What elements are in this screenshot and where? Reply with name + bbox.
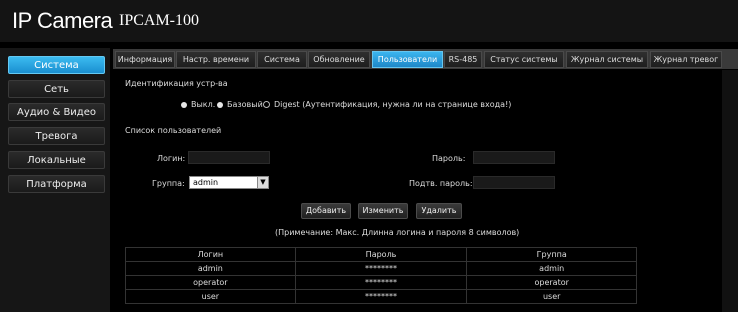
sidebar-item-audio-video[interactable]: Аудио & Видео [8, 103, 105, 121]
tab-update[interactable]: Обновление [308, 51, 370, 68]
user-password-cell: ******** [294, 275, 468, 290]
user-login-cell: admin [125, 261, 296, 276]
tab-rs485[interactable]: RS-485 [444, 51, 482, 68]
add-user-button[interactable]: Добавить [301, 203, 351, 219]
length-note: (Примечание: Макс. Длинна логина и парол… [275, 228, 520, 237]
user-group-cell: admin [466, 261, 638, 276]
delete-user-button[interactable]: Удалить [416, 203, 462, 219]
tab-system-log[interactable]: Журнал системы [566, 51, 648, 68]
group-label: Группа: [152, 179, 185, 188]
sidebar-item-alarm[interactable]: Тревога [8, 127, 105, 145]
table-row[interactable]: operator ******** operator [125, 275, 738, 290]
sidebar-item-system[interactable]: Система [8, 56, 105, 74]
group-select-value: admin [193, 178, 219, 187]
main-content: Идентификация устр-ва Выкл. Базовый Dige… [113, 70, 738, 312]
login-label: Логин: [157, 154, 186, 163]
sidebar-item-local[interactable]: Локальные [8, 151, 105, 169]
brand-title: IP Camera [12, 8, 113, 33]
auth-basic-label: Базовый [227, 100, 263, 109]
vertical-scrollbar[interactable] [722, 70, 738, 312]
auth-digest-label: Digest (Аутентификация, нужна ли на стра… [274, 100, 512, 109]
user-login-cell: operator [125, 275, 296, 290]
sidebar-item-platform[interactable]: Платформа [8, 175, 105, 193]
user-password-cell: ******** [294, 289, 468, 304]
tab-system[interactable]: Система [257, 51, 307, 68]
password-column-header: Пароль [294, 247, 468, 262]
top-bar: IP Camera IPCAM-100 [0, 0, 738, 42]
auth-digest-radio[interactable] [263, 101, 270, 108]
users-table: Логин Пароль Группа admin ******** admin… [125, 247, 738, 304]
users-section-title: Список пользователей [125, 126, 222, 135]
user-group-cell: user [466, 289, 638, 304]
tab-time-settings[interactable]: Настр. времени [176, 51, 256, 68]
confirm-password-label: Подтв. пароль: [409, 179, 473, 188]
model-name: IPCAM-100 [119, 12, 200, 29]
group-column-header: Группа [466, 247, 638, 262]
auth-basic-radio[interactable] [217, 102, 223, 108]
tab-users[interactable]: Пользователи [372, 51, 443, 68]
table-row[interactable]: user ******** user [125, 289, 738, 304]
password-input[interactable] [473, 151, 555, 164]
tab-system-status[interactable]: Статус системы [484, 51, 564, 68]
tab-information[interactable]: Информация [115, 51, 175, 68]
sidebar-item-network[interactable]: Сеть [8, 80, 105, 98]
edit-user-button[interactable]: Изменить [358, 203, 408, 219]
login-input[interactable] [188, 151, 270, 164]
password-label: Пароль: [432, 154, 466, 163]
tab-alarm-log[interactable]: Журнал тревог [650, 51, 722, 68]
user-password-cell: ******** [294, 261, 468, 276]
group-select[interactable]: admin ▼ [189, 176, 269, 189]
sidebar: Система Сеть Аудио & Видео Тревога Локал… [0, 48, 110, 312]
confirm-password-input[interactable] [473, 176, 555, 189]
user-group-cell: operator [466, 275, 638, 290]
table-row[interactable]: admin ******** admin [125, 261, 738, 276]
auth-off-label: Выкл. [191, 100, 216, 109]
login-column-header: Логин [125, 247, 296, 262]
table-header-row: Логин Пароль Группа [125, 247, 738, 262]
chevron-down-icon[interactable]: ▼ [257, 177, 268, 188]
auth-section-title: Идентификация устр-ва [125, 79, 228, 88]
tab-bar: Информация Настр. времени Система Обновл… [113, 49, 738, 69]
auth-off-radio[interactable] [181, 102, 187, 108]
user-login-cell: user [125, 289, 296, 304]
